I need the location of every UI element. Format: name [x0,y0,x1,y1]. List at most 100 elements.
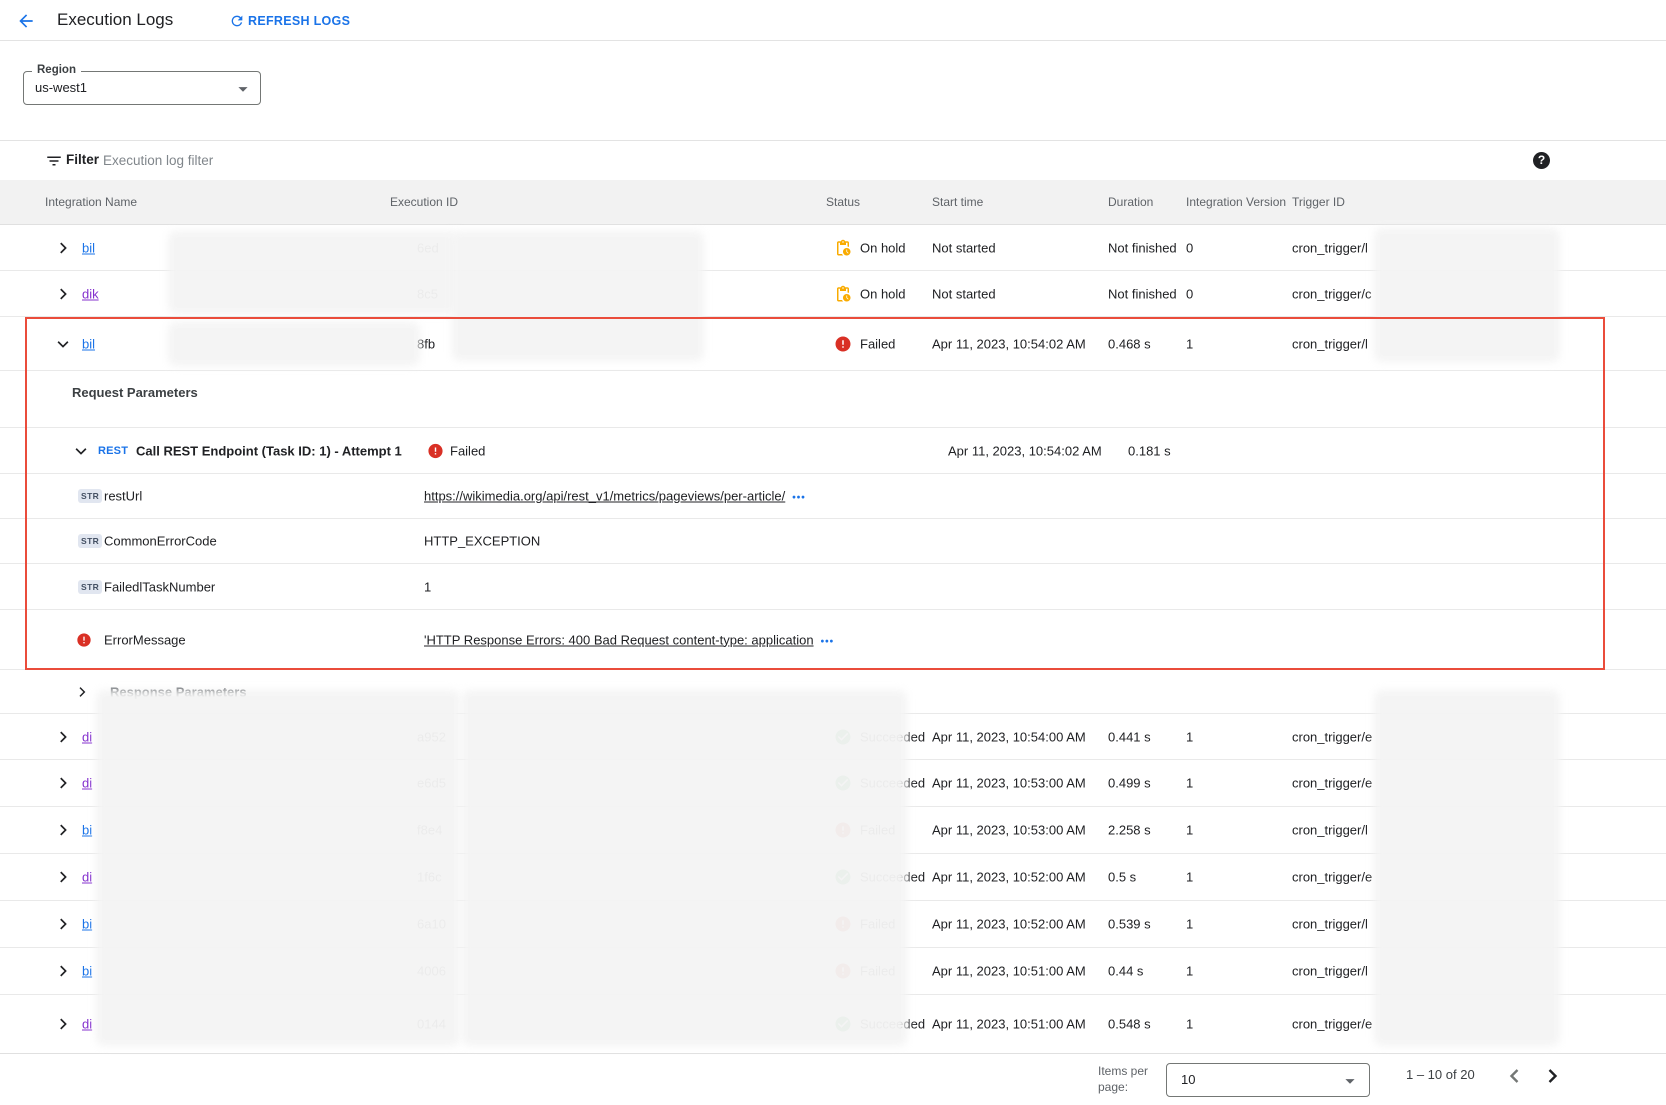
filter-bar: Filter Execution log filter ? [0,140,1666,180]
integration-name-link[interactable]: di [82,776,92,791]
failed-icon [834,962,852,980]
integration-version: 0 [1186,240,1193,255]
execution-id: 4006 [417,964,446,979]
response-parameters-section[interactable]: Response Parameters [0,670,1666,714]
integration-version: 1 [1186,823,1193,838]
parameter-value: HTTP_EXCEPTION [424,534,540,549]
integration-name-link[interactable]: bi [82,917,92,932]
integration-name-link[interactable]: di [82,729,92,744]
filter-input[interactable]: Execution log filter [103,153,213,168]
expand-chevron-icon[interactable] [54,962,72,980]
collapse-chevron-icon[interactable] [72,442,90,460]
on-hold-icon [834,239,852,257]
status-text: Succeeded [860,870,925,885]
succeeded-icon [834,868,852,886]
dropdown-arrow-icon [1339,1070,1361,1092]
table-row-expanded[interactable]: bil 8fb Failed Apr 11, 2023, 10:54:02 AM… [0,317,1666,371]
region-value: us-west1 [35,80,87,95]
table-row[interactable]: di e6d5 Succeeded Apr 11, 2023, 10:53:00… [0,760,1666,807]
refresh-logs-button[interactable]: REFRESH LOGS [229,11,350,31]
refresh-logs-label: REFRESH LOGS [248,14,350,28]
expand-chevron-icon[interactable] [54,915,72,933]
expand-chevron-icon[interactable] [74,684,90,700]
parameter-name: restUrl [104,489,142,504]
next-page-icon[interactable] [1540,1064,1564,1088]
trigger-id: cron_trigger/e [1292,1017,1372,1032]
parameter-value: 1 [424,579,431,594]
table-row[interactable]: di 1f6c Succeeded Apr 11, 2023, 10:52:00… [0,854,1666,901]
task-status: Failed [450,443,485,458]
start-time: Not started [932,286,996,301]
integration-name-link[interactable]: di [82,1017,92,1032]
table-row[interactable]: di 0144 Succeeded Apr 11, 2023, 10:51:00… [0,995,1666,1053]
duration: 0.468 s [1108,336,1151,351]
more-ellipsis-icon[interactable]: ••• [821,636,835,647]
status-text: On hold [860,286,906,301]
trigger-id: cron_trigger/l [1292,917,1368,932]
trigger-id: cron_trigger/l [1292,240,1368,255]
table-body: bil 6ed On hold Not started Not finished… [0,225,1666,1053]
help-icon[interactable]: ? [1533,152,1550,169]
parameter-value: 'HTTP Response Errors: 400 Bad Request c… [424,632,834,647]
status-text: Succeeded [860,776,925,791]
items-per-page-value: 10 [1181,1072,1195,1087]
integration-version: 1 [1186,870,1193,885]
integration-name-link[interactable]: di [82,870,92,885]
collapse-chevron-icon[interactable] [54,335,72,353]
col-execution-id: Execution ID [390,195,458,209]
parameter-value-link[interactable]: https://wikimedia.org/api/rest_v1/metric… [424,489,785,504]
table-row[interactable]: bi 4006 Failed Apr 11, 2023, 10:51:00 AM… [0,948,1666,995]
integration-name-link[interactable]: bi [82,964,92,979]
more-ellipsis-icon[interactable]: ••• [792,493,806,504]
table-row[interactable]: bi 6a10 Failed Apr 11, 2023, 10:52:00 AM… [0,901,1666,948]
string-type-badge: STR [78,580,102,594]
execution-id: f8e4 [417,823,442,838]
execution-id: 1f6c [417,870,442,885]
table-row[interactable]: dik 8c5 On hold Not started Not finished… [0,271,1666,317]
region-select[interactable]: Region us-west1 [23,71,261,105]
request-parameters-section: Request Parameters [0,371,1666,428]
duration: Not finished [1108,240,1177,255]
expand-chevron-icon[interactable] [54,1015,72,1033]
parameter-value-link[interactable]: 'HTTP Response Errors: 400 Bad Request c… [424,632,814,647]
parameter-row: STR FailedlTaskNumber 1 [0,564,1666,610]
integration-name-link[interactable]: bi [82,823,92,838]
previous-page-icon[interactable] [1503,1064,1527,1088]
duration: Not finished [1108,286,1177,301]
duration: 0.548 s [1108,1017,1151,1032]
execution-id: e6d5 [417,776,446,791]
back-arrow-icon[interactable] [16,11,36,31]
status-text: Failed [860,823,895,838]
table-row[interactable]: bil 6ed On hold Not started Not finished… [0,225,1666,271]
trigger-id: cron_trigger/l [1292,336,1368,351]
table-row[interactable]: di a952 Succeeded Apr 11, 2023, 10:54:00… [0,714,1666,760]
integration-version: 1 [1186,336,1193,351]
app-bar: Execution Logs REFRESH LOGS [0,0,1666,41]
expand-chevron-icon[interactable] [54,239,72,257]
integration-name-link[interactable]: bil [82,240,95,255]
integration-version: 1 [1186,1017,1193,1032]
parameter-name: CommonErrorCode [104,534,217,549]
col-trigger-id: Trigger ID [1292,195,1345,209]
expand-chevron-icon[interactable] [54,728,72,746]
task-start-time: Apr 11, 2023, 10:54:02 AM [948,443,1102,458]
table-row[interactable]: bi f8e4 Failed Apr 11, 2023, 10:53:00 AM… [0,807,1666,854]
integration-version: 1 [1186,729,1193,744]
trigger-id: cron_trigger/l [1292,823,1368,838]
parameter-row: STR restUrl https://wikimedia.org/api/re… [0,474,1666,519]
expand-chevron-icon[interactable] [54,821,72,839]
expand-chevron-icon[interactable] [54,774,72,792]
task-row[interactable]: REST Call REST Endpoint (Task ID: 1) - A… [0,428,1666,474]
refresh-icon [229,13,245,29]
expand-chevron-icon[interactable] [54,868,72,886]
duration: 0.441 s [1108,729,1151,744]
items-per-page-select[interactable]: 10 [1166,1063,1370,1097]
duration: 0.539 s [1108,917,1151,932]
integration-version: 1 [1186,964,1193,979]
integration-name-link[interactable]: dik [82,286,99,301]
integration-name-link[interactable]: bil [82,336,95,351]
trigger-id: cron_trigger/e [1292,870,1372,885]
status-text: Succeeded [860,1017,925,1032]
expand-chevron-icon[interactable] [54,285,72,303]
start-time: Apr 11, 2023, 10:53:00 AM [932,776,1086,791]
